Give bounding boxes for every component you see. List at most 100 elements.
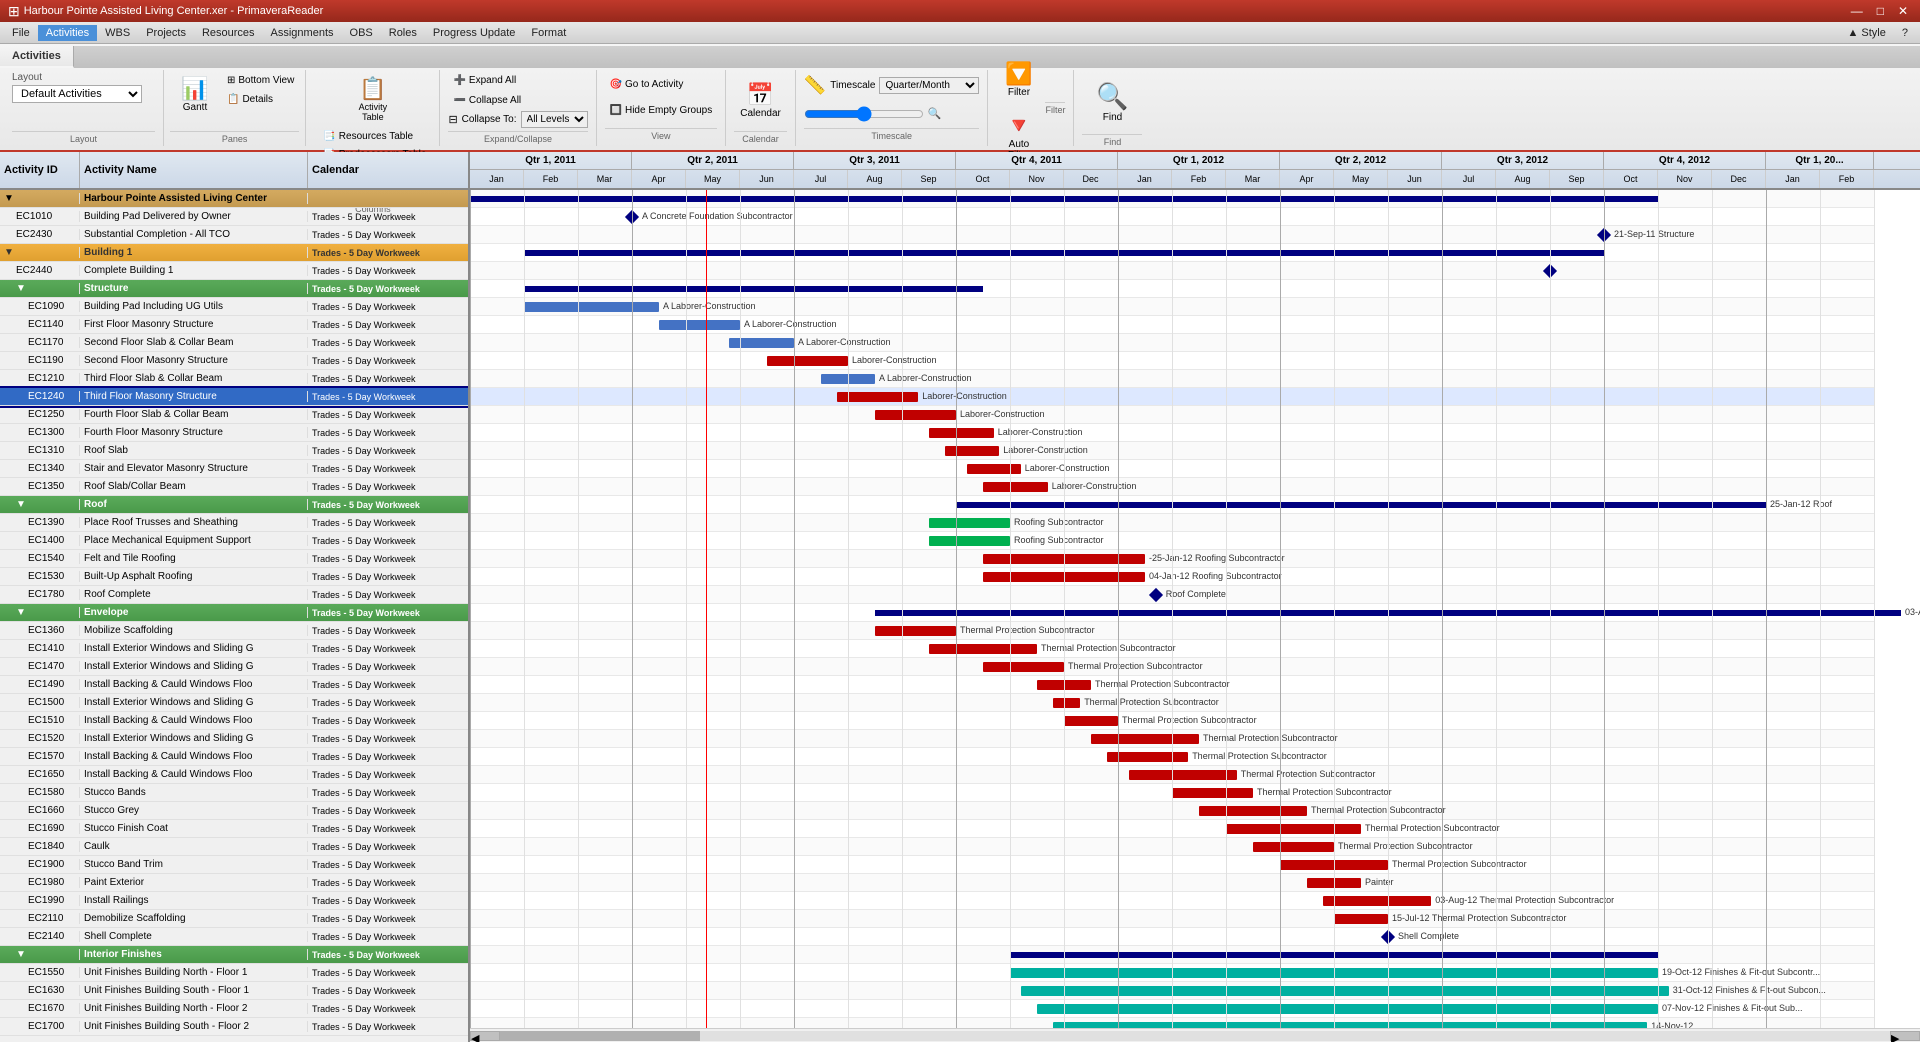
ribbon-content: Layout Default Activities Layout 📊 Gantt… <box>0 68 1920 148</box>
menu-help[interactable]: ? <box>1894 25 1916 41</box>
cell-activity-id: EC1510 <box>0 715 80 726</box>
menu-wbs[interactable]: WBS <box>97 25 138 41</box>
table-row[interactable]: EC2110Demobilize ScaffoldingTrades - 5 D… <box>0 910 468 928</box>
table-row[interactable]: EC2440Complete Building 1Trades - 5 Day … <box>0 262 468 280</box>
menu-activities[interactable]: Activities <box>38 25 97 41</box>
table-row[interactable]: EC1630Unit Finishes Building South - Flo… <box>0 982 468 1000</box>
timescale-slider[interactable] <box>804 107 924 121</box>
table-row[interactable]: EC1690Stucco Finish CoatTrades - 5 Day W… <box>0 820 468 838</box>
details-button[interactable]: 📋 Details <box>222 91 299 108</box>
table-row[interactable]: EC2140Shell CompleteTrades - 5 Day Workw… <box>0 928 468 946</box>
table-row[interactable]: ▼ EnvelopeTrades - 5 Day Workweek <box>0 604 468 622</box>
activity-table-button[interactable]: 📋 ActivityTable <box>314 72 431 126</box>
goto-activity-button[interactable]: 🎯 Go to Activity <box>605 76 718 93</box>
table-row[interactable]: EC1170Second Floor Slab & Collar BeamTra… <box>0 334 468 352</box>
table-row[interactable]: ▼ RoofTrades - 5 Day Workweek <box>0 496 468 514</box>
col-header-calendar[interactable]: Calendar <box>308 152 468 188</box>
gantt-button[interactable]: 📊 Gantt <box>170 72 220 117</box>
table-row[interactable]: EC1660Stucco GreyTrades - 5 Day Workweek <box>0 802 468 820</box>
find-button[interactable]: 🔍 Find <box>1090 69 1135 134</box>
table-row[interactable]: EC1500Install Exterior Windows and Slidi… <box>0 694 468 712</box>
menu-roles[interactable]: Roles <box>381 25 425 41</box>
menu-style[interactable]: ▲ Style <box>1839 25 1893 41</box>
menu-file[interactable]: File <box>4 25 38 41</box>
table-row[interactable]: EC1410Install Exterior Windows and Slidi… <box>0 640 468 658</box>
table-row[interactable]: EC1510Install Backing & Cauld Windows Fl… <box>0 712 468 730</box>
table-row[interactable]: EC1580Stucco BandsTrades - 5 Day Workwee… <box>0 784 468 802</box>
table-row[interactable]: ▼ Interior FinishesTrades - 5 Day Workwe… <box>0 946 468 964</box>
table-row[interactable]: EC1090Building Pad Including UG UtilsTra… <box>0 298 468 316</box>
table-row[interactable]: EC1140First Floor Masonry StructureTrade… <box>0 316 468 334</box>
table-row[interactable]: EC1250Fourth Floor Slab & Collar BeamTra… <box>0 406 468 424</box>
col-header-activity-id[interactable]: Activity ID <box>0 152 80 188</box>
cell-activity-id: EC1250 <box>0 409 80 420</box>
table-row[interactable]: EC1990Install RailingsTrades - 5 Day Wor… <box>0 892 468 910</box>
collapse-all-button[interactable]: ➖ Collapse All <box>448 92 587 109</box>
cell-activity-id: EC1530 <box>0 571 80 582</box>
table-row[interactable]: EC1210Third Floor Slab & Collar BeamTrad… <box>0 370 468 388</box>
scroll-right-btn[interactable]: ▶ <box>1890 1031 1920 1041</box>
table-row[interactable]: EC1490Install Backing & Cauld Windows Fl… <box>0 676 468 694</box>
table-row[interactable]: EC1400Place Mechanical Equipment Support… <box>0 532 468 550</box>
menu-projects[interactable]: Projects <box>138 25 194 41</box>
filter-button[interactable]: 🔽 Filter <box>996 52 1041 107</box>
resources-table-button[interactable]: 📑 Resources Table <box>318 128 431 145</box>
menu-progress-update[interactable]: Progress Update <box>425 25 524 41</box>
activity-table-label: ActivityTable <box>359 102 388 122</box>
table-row[interactable]: EC1240Third Floor Masonry StructureTrade… <box>0 388 468 406</box>
expand-all-button[interactable]: ➕ Expand All <box>448 72 587 89</box>
table-row[interactable]: ▼ Harbour Pointe Assisted Living Center <box>0 190 468 208</box>
table-row[interactable]: ▼ StructureTrades - 5 Day Workweek <box>0 280 468 298</box>
ribbon-tab-activities[interactable]: Activities <box>0 46 74 68</box>
table-row[interactable]: EC1540Felt and Tile RoofingTrades - 5 Da… <box>0 550 468 568</box>
table-row[interactable]: EC1010Building Pad Delivered by OwnerTra… <box>0 208 468 226</box>
table-row[interactable]: EC1360Mobilize ScaffoldingTrades - 5 Day… <box>0 622 468 640</box>
table-row[interactable]: EC1840CaulkTrades - 5 Day Workweek <box>0 838 468 856</box>
timescale-select[interactable]: Quarter/Month <box>879 77 979 94</box>
table-body[interactable]: ▼ Harbour Pointe Assisted Living CenterE… <box>0 190 468 1042</box>
scroll-thumb[interactable] <box>500 1031 700 1041</box>
table-row[interactable]: ▼ Building 1Trades - 5 Day Workweek <box>0 244 468 262</box>
scroll-left-btn[interactable]: ◀ <box>470 1031 500 1041</box>
table-row[interactable]: EC1670Unit Finishes Building North - Flo… <box>0 1000 468 1018</box>
cell-activity-id: ▼ <box>0 247 80 258</box>
table-row[interactable]: EC1980Paint ExteriorTrades - 5 Day Workw… <box>0 874 468 892</box>
menu-format[interactable]: Format <box>523 25 574 41</box>
table-row[interactable]: EC1390Place Roof Trusses and SheathingTr… <box>0 514 468 532</box>
close-button[interactable]: ✕ <box>1894 4 1912 18</box>
table-row[interactable]: EC1900Stucco Band TrimTrades - 5 Day Wor… <box>0 856 468 874</box>
scroll-track[interactable] <box>500 1031 1890 1041</box>
table-row[interactable]: EC1300Fourth Floor Masonry StructureTrad… <box>0 424 468 442</box>
menu-resources[interactable]: Resources <box>194 25 263 41</box>
layout-select[interactable]: Default Activities <box>12 85 142 103</box>
table-row[interactable]: EC1780Roof CompleteTrades - 5 Day Workwe… <box>0 586 468 604</box>
table-row[interactable]: EC1530Built-Up Asphalt RoofingTrades - 5… <box>0 568 468 586</box>
hide-empty-groups-button[interactable]: 🔲 Hide Empty Groups <box>605 102 718 119</box>
gantt-bar-label: Thermal Protection Subcontractor <box>1365 823 1500 833</box>
table-row[interactable]: EC1310Roof SlabTrades - 5 Day Workweek <box>0 442 468 460</box>
cell-calendar: Trades - 5 Day Workweek <box>308 554 468 564</box>
bottom-view-button[interactable]: ⊞ Bottom View <box>222 72 299 89</box>
timescale-zoom-out[interactable]: 🔍 <box>928 107 942 120</box>
menu-obs[interactable]: OBS <box>342 25 381 41</box>
table-row[interactable]: EC1190Second Floor Masonry StructureTrad… <box>0 352 468 370</box>
table-row[interactable]: EC1570Install Backing & Cauld Windows Fl… <box>0 748 468 766</box>
menu-assignments[interactable]: Assignments <box>263 25 342 41</box>
table-row[interactable]: EC1650Install Backing & Cauld Windows Fl… <box>0 766 468 784</box>
collapse-to-select[interactable]: All Levels <box>521 111 588 128</box>
minimize-button[interactable]: — <box>1847 4 1867 18</box>
calendar-button[interactable]: 📅 Calendar <box>734 72 787 129</box>
col-header-activity-name[interactable]: Activity Name <box>80 152 308 188</box>
gantt-grid-line <box>1496 190 1497 1028</box>
table-row[interactable]: EC1350Roof Slab/Collar BeamTrades - 5 Da… <box>0 478 468 496</box>
gantt-body[interactable]: A Concrete Foundation Subcontractor21-Se… <box>470 190 1920 1028</box>
table-row[interactable]: EC1550Unit Finishes Building North - Flo… <box>0 964 468 982</box>
table-row[interactable]: EC1520Install Exterior Windows and Slidi… <box>0 730 468 748</box>
table-row[interactable]: EC2430Substantial Completion - All TCOTr… <box>0 226 468 244</box>
cell-activity-name: Stucco Bands <box>80 787 308 798</box>
table-row[interactable]: EC1340Stair and Elevator Masonry Structu… <box>0 460 468 478</box>
cell-activity-name: Unit Finishes Building North - Floor 2 <box>80 1003 308 1014</box>
maximize-button[interactable]: □ <box>1873 4 1888 18</box>
table-row[interactable]: EC1700Unit Finishes Building South - Flo… <box>0 1018 468 1036</box>
table-row[interactable]: EC1470Install Exterior Windows and Slidi… <box>0 658 468 676</box>
